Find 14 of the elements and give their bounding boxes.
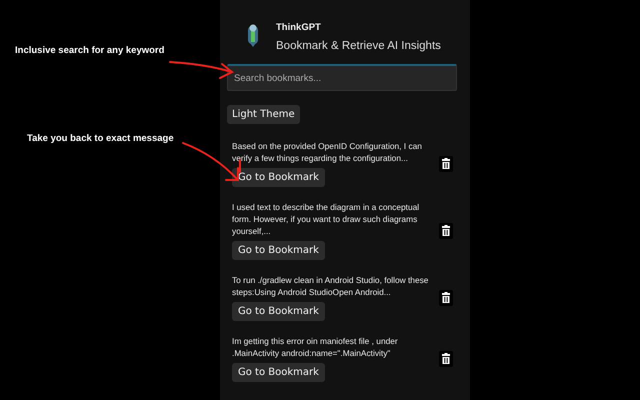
bookmark-text: To run ./gradlew clean in Android Studio, follow these steps:Using Android StudioOpen Android... [232,274,430,298]
bookmark-text: Im getting this error oin maniofest file , under .MainActivity android:name=".MainActivity" [232,335,399,359]
app-title: ThinkGPT [276,22,322,33]
search-field[interactable]: Search bookmarks... [227,64,457,91]
go-to-bookmark-button[interactable]: Go to Bookmark [232,302,325,321]
go-to-bookmark-button[interactable]: Go to Bookmark [232,168,325,187]
app-subtitle: Bookmark & Retrieve AI Insights [276,40,441,52]
go-to-bookmark-button[interactable]: Go to Bookmark [232,241,325,260]
bookmark-text: Based on the provided OpenID Configuration, I can verify a few things regarding the configuration... [232,140,423,164]
bookmark-text: I used text to describe the diagram in a conceptual form. However, if you want to draw such diagrams yourself,... [232,201,420,237]
annotation-text: Inclusive search for any keyword [15,45,164,56]
annotation-text: Take you back to exact message [27,133,174,144]
go-to-bookmark-button[interactable]: Go to Bookmark [232,363,325,382]
theme-button[interactable]: Light Theme [227,105,300,124]
